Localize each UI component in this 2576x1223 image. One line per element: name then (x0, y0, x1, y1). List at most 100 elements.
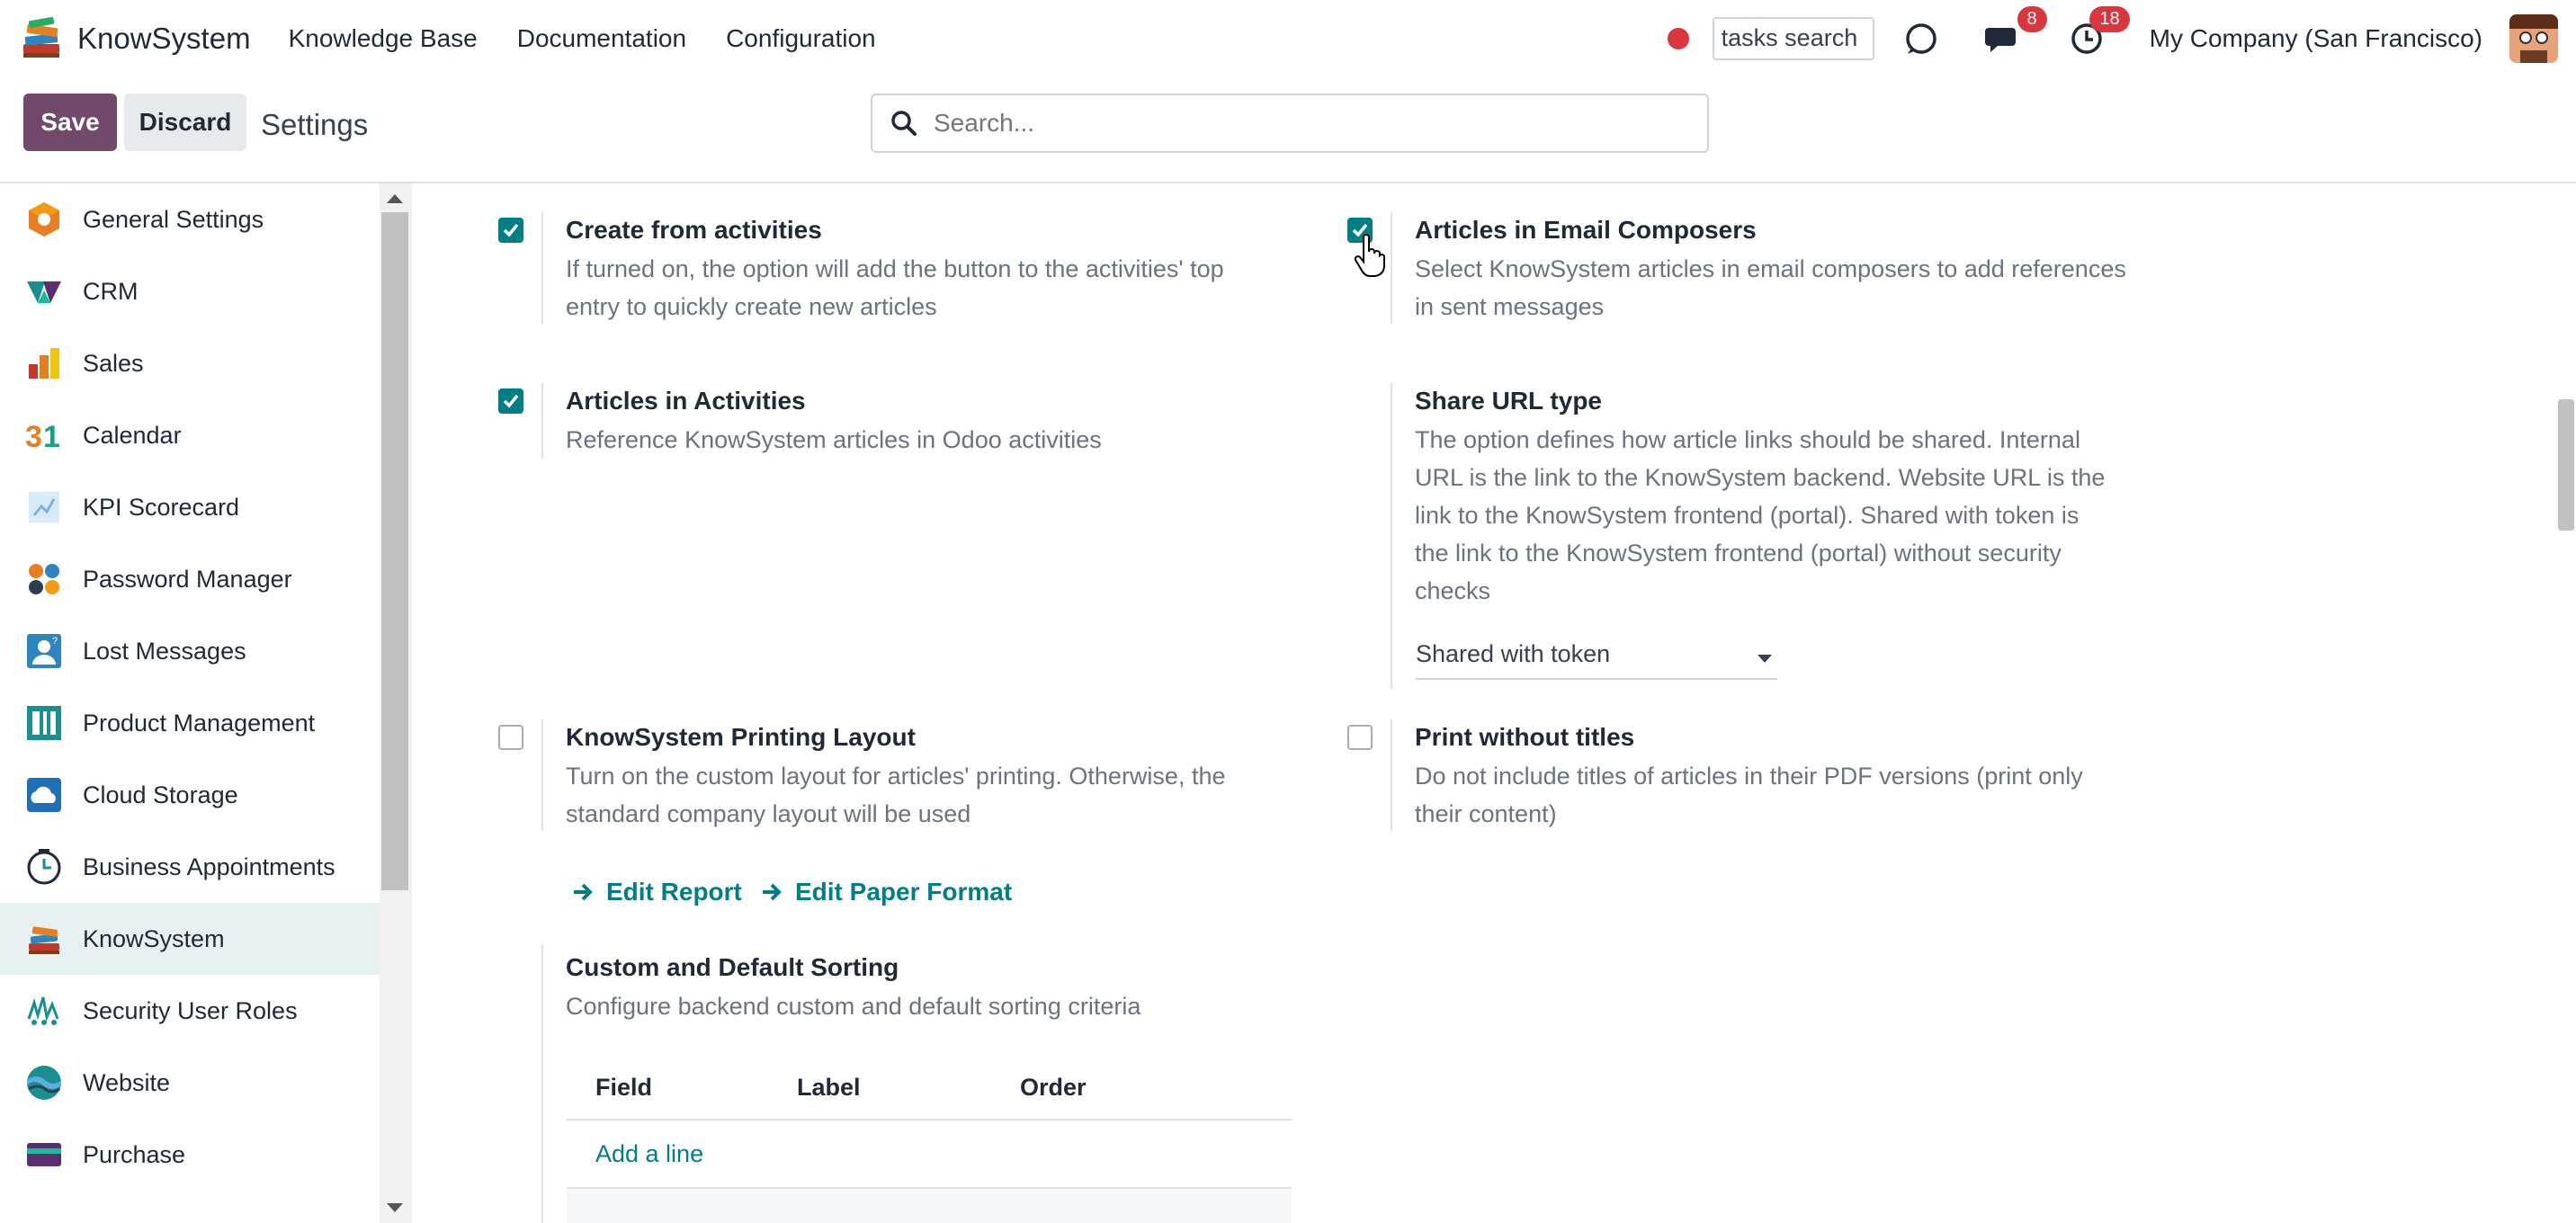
company-switcher[interactable]: My Company (San Francisco) (2150, 24, 2482, 53)
edit-report-label: Edit Report (606, 878, 742, 906)
add-a-line-link[interactable]: Add a line (595, 1140, 703, 1168)
sidebar-item-calendar[interactable]: 31 Calendar (0, 399, 380, 471)
sidebar-item-crm[interactable]: CRM (0, 255, 380, 327)
share-url-type-desc-3: link to the KnowSystem frontend (portal)… (1415, 502, 2080, 529)
search-input[interactable] (934, 109, 1671, 138)
svg-text:?: ? (52, 636, 58, 647)
sidebar-item-label: Security User Roles (83, 996, 298, 1024)
divider (1391, 212, 1392, 324)
divider (541, 383, 543, 459)
column-header-field[interactable]: Field (595, 1074, 652, 1102)
create-from-activities-checkbox[interactable] (498, 218, 523, 243)
recording-indicator-icon[interactable] (1667, 28, 1689, 49)
general-settings-icon (29, 202, 59, 237)
sidebar-item-password-manager[interactable]: Password Manager (0, 543, 380, 615)
control-panel: Save Discard Settings (0, 77, 2576, 183)
sidebar-item-label: Business Appointments (83, 853, 335, 880)
lost-messages-icon: ? (27, 634, 61, 668)
sales-icon (29, 348, 59, 379)
sidebar-item-security-user-roles[interactable]: Security User Roles (0, 975, 380, 1047)
share-url-type-select[interactable]: Shared with token (1416, 640, 1777, 680)
share-url-type-title: Share URL type (1415, 387, 1602, 415)
scroll-down-arrow-icon[interactable] (387, 1203, 403, 1212)
sidebar-item-cloud-storage[interactable]: Cloud Storage (0, 759, 380, 831)
sorting-table-header: Field Label Order (567, 1061, 1292, 1120)
menu-configuration[interactable]: Configuration (726, 24, 876, 53)
tasks-search-input[interactable]: tasks search (1712, 17, 1874, 60)
create-from-activities-title: Create from activities (566, 216, 822, 244)
page-title: Settings (261, 108, 369, 141)
kpi-scorecard-icon (29, 492, 59, 522)
sidebar-item-label: General Settings (83, 205, 264, 233)
articles-in-email-desc-2: in sent messages (1415, 293, 1605, 320)
articles-in-email-title: Articles in Email Composers (1415, 216, 1757, 244)
sidebar-item-lost-messages[interactable]: ? Lost Messages (0, 615, 380, 687)
printing-layout-title: KnowSystem Printing Layout (566, 723, 916, 751)
print-without-titles-desc-2: their content) (1415, 800, 1557, 827)
create-from-activities-desc-1: If turned on, the option will add the bu… (566, 255, 1224, 282)
scroll-up-arrow-icon[interactable] (387, 194, 403, 203)
sidebar-item-label: KPI Scorecard (83, 493, 240, 521)
column-header-order[interactable]: Order (1020, 1074, 1087, 1102)
printing-layout-desc-2: standard company layout will be used (566, 800, 971, 827)
calendar-icon: 31 (25, 420, 60, 454)
sidebar-item-label: Website (83, 1068, 171, 1096)
divider (541, 212, 543, 324)
brand[interactable]: KnowSystem (18, 15, 251, 62)
password-manager-icon (29, 564, 59, 594)
sidebar-item-knowsystem[interactable]: KnowSystem (0, 903, 380, 975)
save-button[interactable]: Save (23, 94, 117, 151)
sidebar-item-general-settings[interactable]: General Settings (0, 183, 380, 255)
sidebar-item-business-appointments[interactable]: Business Appointments (0, 831, 380, 903)
articles-in-activities-checkbox[interactable] (498, 388, 523, 414)
business-appointments-icon (27, 849, 61, 885)
crm-icon (27, 281, 61, 303)
sidebar-item-label: Product Management (83, 709, 316, 736)
column-header-label[interactable]: Label (797, 1074, 861, 1102)
articles-in-activities-title: Articles in Activities (566, 387, 806, 415)
edit-paper-format-label: Edit Paper Format (795, 878, 1013, 906)
sidebar-item-purchase[interactable]: Purchase (0, 1119, 380, 1191)
sidebar-scrollbar-thumb[interactable] (381, 212, 408, 890)
main-scrollbar-thumb[interactable] (2558, 399, 2574, 531)
sidebar-item-kpi-scorecard[interactable]: KPI Scorecard (0, 471, 380, 543)
top-navbar: KnowSystem Knowledge Base Documentation … (0, 0, 2576, 77)
sidebar-item-label: Password Manager (83, 565, 292, 593)
sidebar-item-website[interactable]: Website (0, 1047, 380, 1119)
sorting-table-footer (567, 1187, 1292, 1223)
share-url-type-desc-1: The option defines how article links sho… (1415, 426, 2080, 453)
sidebar-item-sales[interactable]: Sales (0, 327, 380, 399)
printing-layout-checkbox[interactable] (498, 725, 523, 750)
divider (1391, 719, 1392, 831)
messages-icon[interactable]: 8 (1984, 6, 2047, 58)
share-url-type-value: Shared with token (1416, 640, 1611, 667)
articles-in-activities-desc-1: Reference KnowSystem articles in Odoo ac… (566, 426, 1102, 453)
user-avatar[interactable] (2509, 14, 2558, 63)
sidebar-item-product-management[interactable]: Product Management (0, 687, 380, 759)
sidebar-item-label: Calendar (83, 421, 182, 449)
svg-text:3: 3 (25, 420, 42, 454)
print-without-titles-checkbox[interactable] (1347, 725, 1373, 750)
edit-paper-format-link[interactable]: Edit Paper Format (761, 878, 1012, 906)
menu-knowledge-base[interactable]: Knowledge Base (289, 24, 478, 53)
purchase-icon (27, 1143, 61, 1166)
sidebar-item-label: Cloud Storage (83, 781, 238, 808)
menu-documentation[interactable]: Documentation (517, 24, 686, 53)
settings-sidebar: General Settings CRM Sales 31 Calendar K… (0, 183, 380, 1223)
share-url-type-desc-4: the link to the KnowSystem frontend (por… (1415, 540, 2062, 567)
activities-badge: 18 (2089, 6, 2130, 32)
settings-search[interactable] (871, 94, 1709, 153)
share-url-type-desc-2: URL is the link to the KnowSystem backen… (1415, 464, 2106, 491)
sorting-desc-1: Configure backend custom and default sor… (566, 993, 1141, 1020)
messages-badge: 8 (2017, 6, 2047, 32)
sidebar-item-label: Purchase (83, 1140, 186, 1168)
arrow-right-icon (574, 883, 593, 901)
print-without-titles-desc-1: Do not include titles of articles in the… (1415, 763, 2083, 790)
discuss-icon[interactable] (1901, 19, 1941, 58)
discard-button[interactable]: Discard (124, 94, 246, 151)
edit-report-link[interactable]: Edit Report (572, 878, 742, 906)
share-url-type-desc-5: checks (1415, 577, 1491, 604)
knowsystem-logo-icon (23, 16, 59, 58)
main-scrollbar[interactable] (2554, 183, 2576, 1223)
activities-clock-icon[interactable]: 18 (2067, 6, 2130, 58)
